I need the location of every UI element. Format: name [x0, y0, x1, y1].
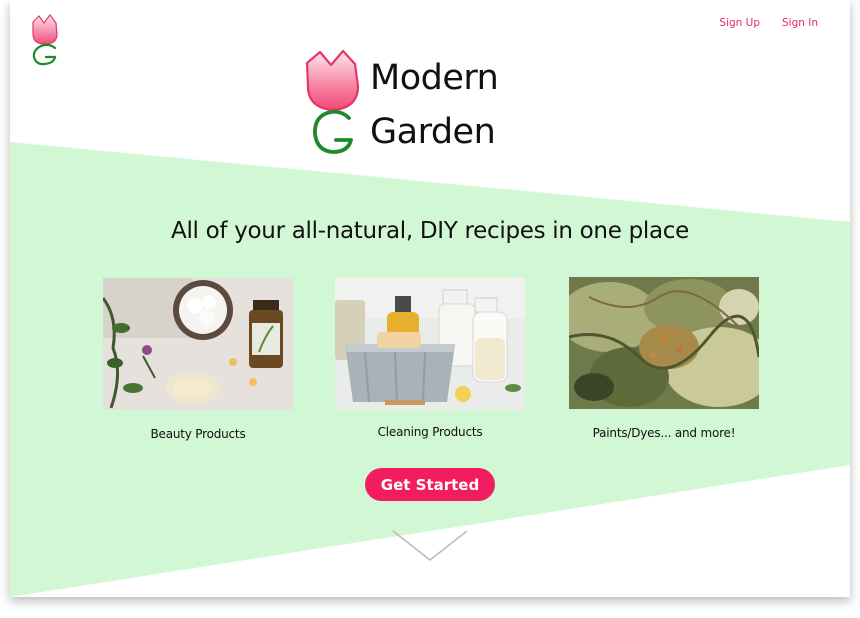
chevron-down-icon[interactable]	[391, 529, 469, 563]
brand-logo: Modern Garden	[300, 48, 520, 166]
top-nav: Sign Up Sign In	[719, 17, 818, 29]
paints-dyes-photo[interactable]	[569, 277, 759, 409]
category-card-paints-dyes[interactable]: Paints/Dyes... and more!	[569, 277, 759, 440]
sign-in-link[interactable]: Sign In	[782, 17, 818, 29]
get-started-button[interactable]: Get Started	[365, 468, 495, 501]
corner-logo-icon[interactable]	[28, 12, 62, 68]
page-frame: Sign Up Sign In Modern Garden All of you…	[10, 0, 850, 597]
category-label-cleaning[interactable]: Cleaning Products	[335, 425, 525, 439]
tulip-g-logo-icon	[305, 49, 360, 154]
category-label-paints-dyes[interactable]: Paints/Dyes... and more!	[569, 426, 759, 440]
category-label-beauty[interactable]: Beauty Products	[103, 427, 293, 441]
brand-name-line-2: Garden	[370, 112, 496, 152]
beauty-products-photo[interactable]	[103, 278, 293, 410]
category-card-cleaning[interactable]: Cleaning Products	[335, 278, 525, 439]
cleaning-products-photo[interactable]	[335, 278, 525, 410]
hero-headline: All of your all-natural, DIY recipes in …	[171, 218, 689, 244]
sign-up-link[interactable]: Sign Up	[719, 17, 760, 29]
category-card-beauty[interactable]: Beauty Products	[103, 278, 293, 441]
brand-name-line-1: Modern	[370, 58, 499, 98]
